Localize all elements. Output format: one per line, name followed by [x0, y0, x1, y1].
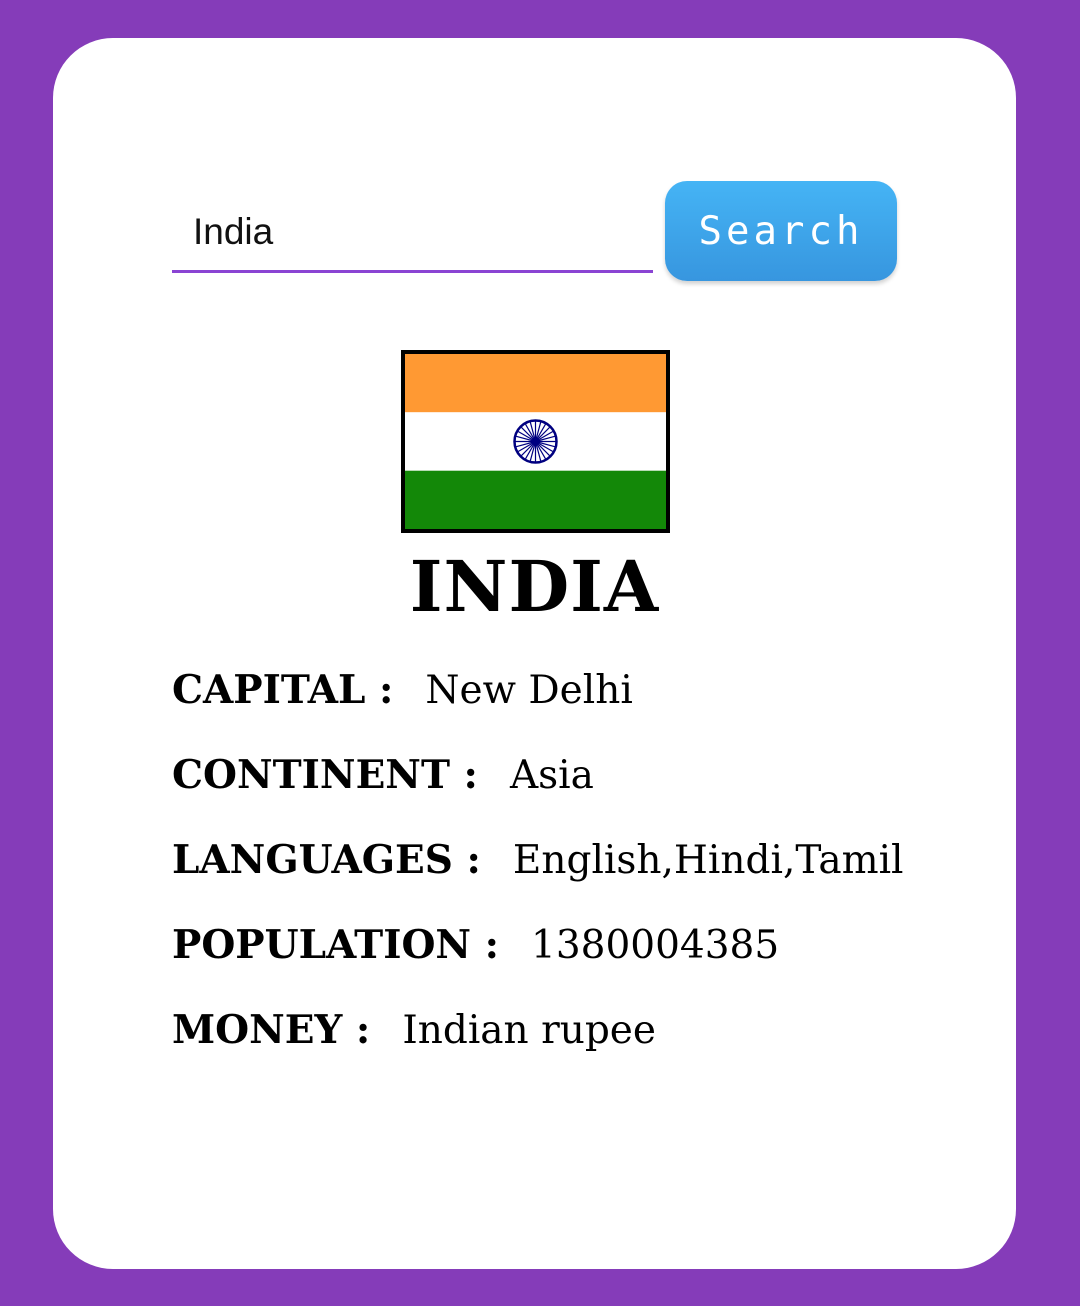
- languages-row: LANGUAGES : English,Hindi,Tamil: [172, 832, 904, 917]
- country-info-card: Search INDIA CAPITAL : New Delhi CONTINEN…: [53, 38, 1016, 1269]
- money-row: MONEY : Indian rupee: [172, 1002, 904, 1087]
- continent-row: CONTINENT : Asia: [172, 747, 904, 832]
- ashoka-chakra-icon: [513, 419, 558, 464]
- population-label: POPULATION :: [172, 922, 500, 968]
- search-button[interactable]: Search: [665, 181, 897, 281]
- capital-value: New Delhi: [425, 668, 633, 713]
- money-label: MONEY :: [172, 1007, 371, 1053]
- money-value: Indian rupee: [402, 1008, 656, 1053]
- india-flag-icon: [401, 350, 670, 533]
- country-search-input[interactable]: [172, 193, 653, 273]
- country-name-heading: INDIA: [409, 545, 660, 628]
- languages-label: LANGUAGES :: [172, 837, 481, 883]
- capital-row: CAPITAL : New Delhi: [172, 662, 904, 747]
- continent-label: CONTINENT :: [172, 752, 478, 798]
- country-info-list: CAPITAL : New Delhi CONTINENT : Asia LANGU…: [172, 662, 904, 1087]
- continent-value: Asia: [509, 753, 594, 798]
- capital-label: CAPITAL :: [172, 667, 394, 713]
- languages-value: English,Hindi,Tamil: [512, 838, 904, 883]
- population-row: POPULATION : 1380004385: [172, 917, 904, 1002]
- population-value: 1380004385: [531, 923, 780, 968]
- search-bar: Search: [172, 181, 897, 281]
